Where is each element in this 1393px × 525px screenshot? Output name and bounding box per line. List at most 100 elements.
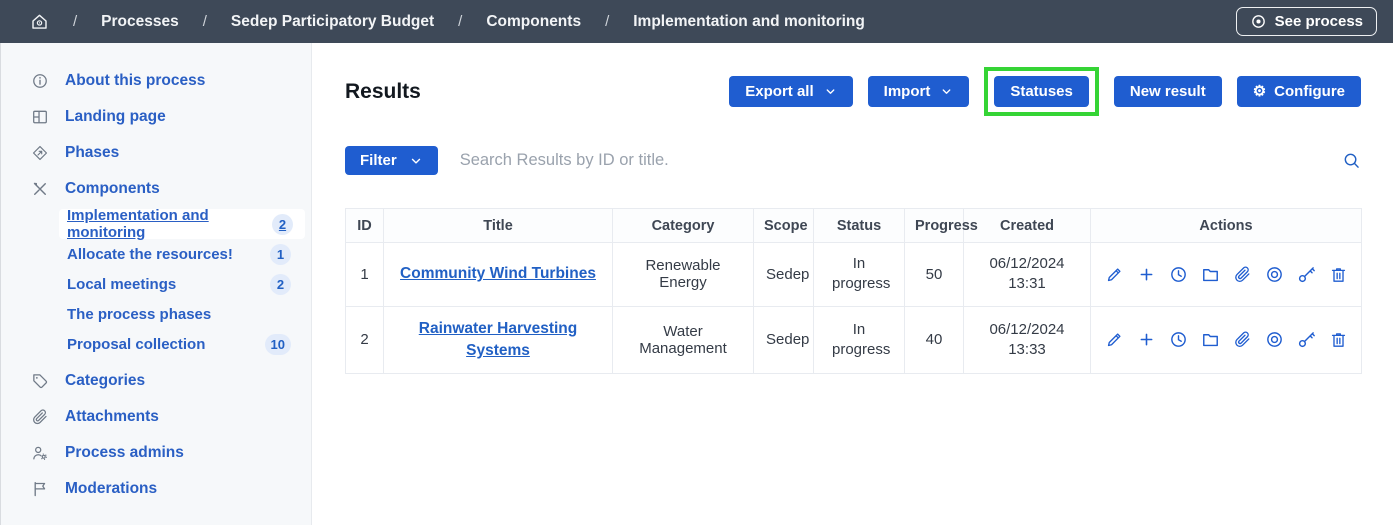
sidebar-subitem-allocate-the-resources[interactable]: Allocate the resources! 1: [1, 239, 311, 269]
column-header-progress: Progress: [905, 209, 964, 243]
subitem-label: Local meetings: [67, 276, 176, 293]
attachment-icon[interactable]: [1233, 265, 1252, 284]
add-icon[interactable]: [1137, 330, 1156, 349]
new-result-label: New result: [1130, 83, 1206, 100]
sidebar-item-about[interactable]: About this process: [1, 63, 311, 99]
search-icon[interactable]: [1342, 151, 1361, 170]
cell-category: Water Management: [613, 306, 754, 374]
count-badge: 10: [265, 334, 291, 355]
result-title-link[interactable]: Community Wind Turbines: [400, 265, 596, 282]
result-title-link[interactable]: Rainwater Harvesting Systems: [419, 320, 578, 359]
see-process-label: See process: [1275, 13, 1363, 30]
chevron-down-icon: [409, 154, 423, 168]
edit-icon[interactable]: [1105, 330, 1124, 349]
cell-progress: 40: [905, 306, 964, 374]
folder-icon[interactable]: [1201, 265, 1220, 284]
sidebar-item-label: Categories: [65, 372, 145, 390]
cell-created: 06/12/2024 13:33: [964, 306, 1091, 374]
see-process-button[interactable]: See process: [1236, 7, 1377, 36]
phases-icon: [31, 144, 49, 162]
cell-scope: Sedep: [754, 243, 814, 307]
annotation-highlight-box: Statuses: [984, 67, 1099, 116]
cell-actions: [1091, 243, 1362, 307]
sidebar-item-landing-page[interactable]: Landing page: [1, 99, 311, 135]
count-badge: 2: [270, 274, 291, 295]
search-input[interactable]: [460, 151, 1320, 170]
preview-icon[interactable]: [1265, 265, 1284, 284]
cell-actions: [1091, 306, 1362, 374]
created-time: 13:33: [976, 340, 1078, 360]
sidebar-item-phases[interactable]: Phases: [1, 135, 311, 171]
breadcrumb-separator: /: [203, 13, 207, 30]
chevron-down-icon: [940, 85, 953, 98]
home-icon[interactable]: [30, 12, 49, 31]
preview-icon[interactable]: [1265, 330, 1284, 349]
filter-button[interactable]: Filter: [345, 146, 438, 175]
sidebar-item-attachments[interactable]: Attachments: [1, 399, 311, 435]
column-header-actions: Actions: [1091, 209, 1362, 243]
sidebar-subitem-implementation-and-monitoring[interactable]: Implementation and monitoring 2: [59, 209, 305, 239]
sidebar-subitem-the-process-phases[interactable]: The process phases: [1, 299, 311, 329]
page-title: Results: [345, 80, 421, 104]
created-date: 06/12/2024: [976, 320, 1078, 340]
cell-status: In progress: [814, 306, 905, 374]
sidebar-item-categories[interactable]: Categories: [1, 363, 311, 399]
configure-button[interactable]: ⚙ Configure: [1237, 76, 1361, 107]
permissions-key-icon[interactable]: [1297, 265, 1316, 284]
configure-label: Configure: [1274, 83, 1345, 100]
cell-category: Renewable Energy: [613, 243, 754, 307]
breadcrumb: / Processes / Sedep Participatory Budget…: [30, 12, 865, 31]
permissions-key-icon[interactable]: [1297, 330, 1316, 349]
column-header-category: Category: [613, 209, 754, 243]
subitem-label: Implementation and monitoring: [67, 207, 272, 241]
breadcrumb-process-name[interactable]: Sedep Participatory Budget: [231, 13, 434, 31]
sidebar-item-label: Process admins: [65, 444, 184, 462]
export-all-button[interactable]: Export all: [729, 76, 852, 107]
table-row: 1 Community Wind Turbines Renewable Ener…: [346, 243, 1362, 307]
edit-icon[interactable]: [1105, 265, 1124, 284]
cell-scope: Sedep: [754, 306, 814, 374]
count-badge: 2: [272, 214, 293, 235]
import-label: Import: [884, 83, 931, 100]
sidebar-item-label: Moderations: [65, 480, 157, 498]
breadcrumb-processes[interactable]: Processes: [101, 13, 179, 31]
sidebar-subitem-local-meetings[interactable]: Local meetings 2: [1, 269, 311, 299]
breadcrumb-current-component[interactable]: Implementation and monitoring: [633, 13, 865, 31]
results-toolbar: Export all Import Statuses New result: [729, 67, 1361, 116]
attachment-icon[interactable]: [1233, 330, 1252, 349]
table-row: 2 Rainwater Harvesting Systems Water Man…: [346, 306, 1362, 374]
flag-icon: [31, 480, 49, 498]
folder-icon[interactable]: [1201, 330, 1220, 349]
breadcrumb-separator: /: [605, 13, 609, 30]
info-icon: [31, 72, 49, 90]
column-header-id: ID: [346, 209, 384, 243]
sidebar-item-components[interactable]: Components: [1, 171, 311, 207]
cell-id: 2: [346, 306, 384, 374]
breadcrumb-components[interactable]: Components: [486, 13, 581, 31]
landing-page-icon: [31, 108, 49, 126]
sidebar-item-process-admins[interactable]: Process admins: [1, 435, 311, 471]
tag-icon: [31, 372, 49, 390]
count-badge: 1: [270, 244, 291, 265]
history-icon[interactable]: [1169, 330, 1188, 349]
new-result-button[interactable]: New result: [1114, 76, 1222, 107]
breadcrumb-separator: /: [458, 13, 462, 30]
sidebar-subitem-proposal-collection[interactable]: Proposal collection 10: [1, 329, 311, 359]
delete-icon[interactable]: [1329, 330, 1348, 349]
cell-created: 06/12/2024 13:31: [964, 243, 1091, 307]
cell-title: Rainwater Harvesting Systems: [384, 306, 613, 374]
statuses-button[interactable]: Statuses: [994, 76, 1089, 107]
sidebar: About this process Landing page Phases C…: [0, 43, 312, 525]
breadcrumb-separator: /: [73, 13, 77, 30]
cell-id: 1: [346, 243, 384, 307]
sidebar-item-label: Phases: [65, 144, 119, 162]
delete-icon[interactable]: [1329, 265, 1348, 284]
gear-icon: ⚙: [1253, 84, 1266, 99]
statuses-label: Statuses: [1010, 83, 1073, 100]
topbar: / Processes / Sedep Participatory Budget…: [0, 0, 1393, 43]
history-icon[interactable]: [1169, 265, 1188, 284]
import-button[interactable]: Import: [868, 76, 970, 107]
sidebar-item-moderations[interactable]: Moderations: [1, 471, 311, 507]
subitem-label: Proposal collection: [67, 336, 205, 353]
add-icon[interactable]: [1137, 265, 1156, 284]
